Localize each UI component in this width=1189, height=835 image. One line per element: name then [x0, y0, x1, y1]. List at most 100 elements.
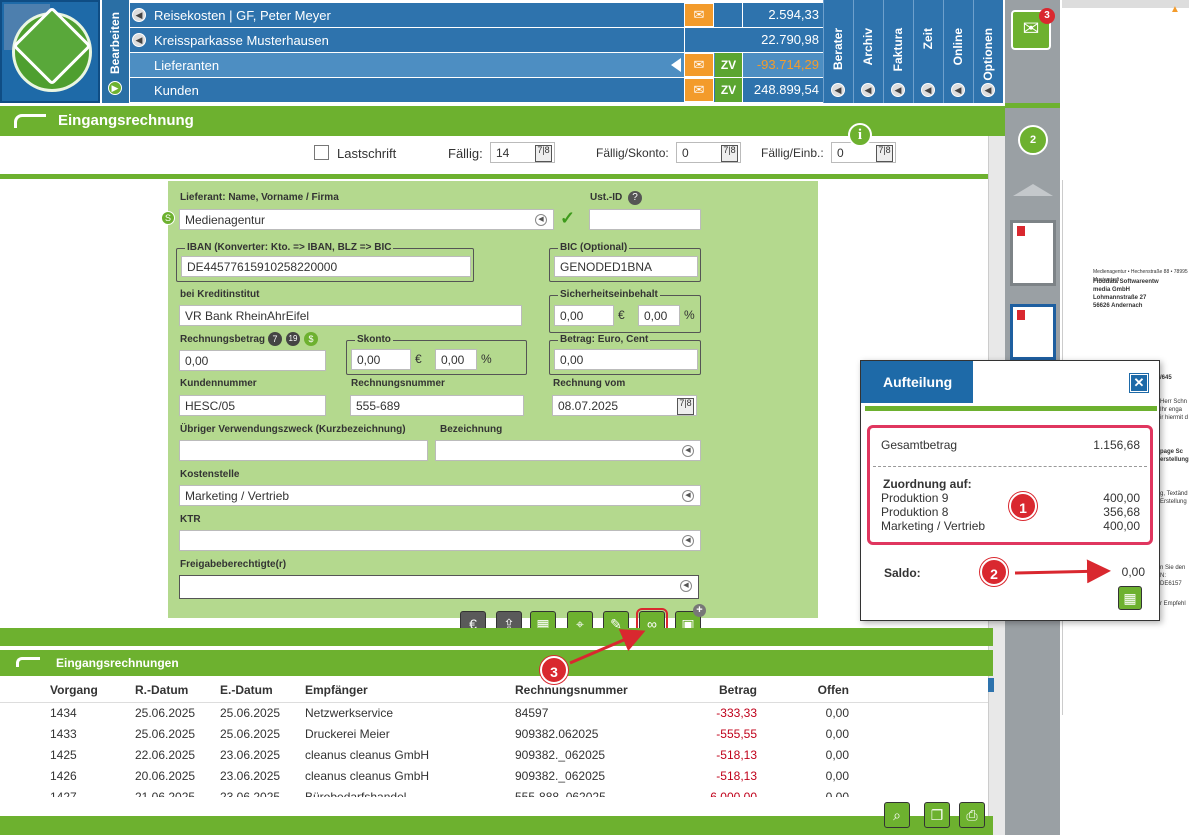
dropdown-icon[interactable]: ◀ [682, 535, 694, 547]
table-row[interactable]: 1425 22.06.2025 23.06.2025 cleanus cleanus … [0, 744, 988, 765]
rnr-input[interactable]: 555-689 [350, 395, 524, 416]
account-row-kreissparkasse[interactable]: ◀ Kreissparkasse Musterhausen 22.790,98 [130, 28, 823, 53]
expand-icon[interactable]: ◀ [132, 33, 146, 47]
scroll-up-icon[interactable] [1013, 184, 1053, 196]
table-row[interactable]: 1433 25.06.2025 25.06.2025 Druckerei Meier 9… [0, 723, 988, 744]
add-icon[interactable]: + [693, 604, 706, 617]
col-header-edatum[interactable]: E.-Datum [216, 678, 301, 702]
zv-badge[interactable]: ZV [715, 78, 742, 102]
account-row-lieferanten[interactable]: Lieferanten ✉ ZV -93.714,29 [130, 53, 823, 78]
col-header-empfaenger[interactable]: Empfänger [301, 678, 511, 702]
rvom-input[interactable]: 08.07.2025 7|8 [552, 395, 697, 416]
zv-badge[interactable]: ZV [715, 53, 742, 77]
page-thumbnail-2[interactable] [1010, 304, 1056, 360]
cell-offen: 0,00 [825, 789, 849, 798]
tab-berater[interactable]: Berater ◀ [823, 0, 853, 103]
kunden-input[interactable]: HESC/05 [179, 395, 326, 416]
freigabe-select[interactable]: ◀ [179, 575, 699, 599]
cent-input[interactable]: 0,00 [554, 349, 698, 370]
account-row-kunden[interactable]: Kunden ✉ ZV 248.899,54 [130, 78, 823, 103]
bic-input[interactable]: GENODED1BNA [554, 256, 698, 277]
cent-label: Betrag: Euro, Cent [558, 334, 651, 345]
invoice-form: Lieferant: Name, Vorname / Firma S Medie… [161, 181, 818, 618]
calendar-icon[interactable]: 7|8 [677, 398, 694, 415]
table-scroll-thumb[interactable] [988, 678, 994, 692]
col-header-offen[interactable]: Offen [761, 678, 853, 702]
cell-vorgang: 1433 [50, 726, 77, 741]
copy-button[interactable]: ❐ [924, 802, 950, 828]
cell-rnr: 909382._062025 [515, 747, 606, 762]
lieferant-input[interactable]: Medienagentur ◀ [179, 209, 554, 230]
app-logo[interactable] [0, 0, 100, 103]
ktr-select[interactable]: ◀ [179, 530, 701, 551]
print-button[interactable]: ⎙ [959, 802, 985, 828]
table-row[interactable]: 1434 25.06.2025 25.06.2025 Netzwerkservice 8… [0, 702, 988, 723]
footer-bar [0, 816, 993, 835]
sicherheit-input[interactable]: 0,00 [554, 305, 614, 326]
vat19-icon[interactable]: 19 [286, 332, 300, 346]
search-button[interactable]: ⌕ [884, 802, 910, 828]
info-icon[interactable]: i [848, 123, 872, 147]
allocation-item-value: 400,00 [1103, 519, 1140, 533]
kredit-label: bei Kreditinstitut [180, 289, 260, 300]
kst-select[interactable]: Marketing / Vertrieb ◀ [179, 485, 701, 506]
tab-zeit[interactable]: Zeit ◀ [913, 0, 943, 103]
dropdown-icon[interactable]: ◀ [682, 445, 694, 457]
col-header-rnr[interactable]: Rechnungsnummer [511, 678, 666, 702]
calendar-icon[interactable]: 7|8 [721, 145, 738, 162]
euro-symbol: € [415, 352, 422, 366]
delete-basket-button[interactable]: ▦ [1118, 586, 1142, 610]
account-row-reisekosten[interactable]: ◀ Reisekosten | GF, Peter Meyer ✉ 2.594,… [130, 3, 823, 28]
zweck-input[interactable] [179, 440, 428, 461]
vat7-icon[interactable]: 7 [268, 332, 282, 346]
mail-icon[interactable]: ✉ [684, 3, 714, 27]
tab-online[interactable]: Online ◀ [943, 0, 973, 103]
dropdown-icon[interactable]: ◀ [682, 490, 694, 502]
faellig-input[interactable]: 14 7|8 [490, 142, 555, 163]
ustid-input[interactable] [589, 209, 701, 230]
doc-fragment: r Empfehl [1160, 601, 1186, 607]
col-header-rdatum[interactable]: R.-Datum [131, 678, 216, 702]
kredit-input[interactable]: VR Bank RheinAhrEifel [179, 305, 522, 326]
bearbeiten-bar[interactable]: Bearbeiten ▶ [102, 0, 129, 103]
dropdown-icon[interactable]: ◀ [680, 580, 692, 592]
calendar-icon[interactable]: 7|8 [876, 145, 893, 162]
play-icon[interactable]: ▶ [108, 81, 122, 95]
skonto-input[interactable]: 0,00 [351, 349, 411, 370]
betrag-input[interactable]: 0,00 [179, 350, 326, 371]
mail-icon[interactable]: ✉ [684, 78, 714, 102]
bez-input[interactable]: ◀ [435, 440, 701, 461]
page-counter: 2 [1018, 125, 1048, 155]
tab-faktura[interactable]: Faktura ◀ [883, 0, 913, 103]
tab-label: Zeit [921, 28, 935, 50]
invoice-table-wrap[interactable]: Vorgang R.-Datum E.-Datum Empfänger Rech… [0, 678, 988, 797]
col-header-vorgang[interactable]: Vorgang [46, 678, 131, 702]
mail-icon[interactable]: ✉ [684, 53, 714, 77]
percent-symbol: % [481, 352, 492, 366]
pdf-icon [1017, 310, 1025, 320]
iban-input[interactable]: DE44577615910258220000 [181, 256, 471, 277]
cell-betrag: -333,33 [716, 705, 757, 720]
help-icon[interactable]: ? [628, 191, 642, 205]
tab-optionen[interactable]: Optionen ◀ [973, 0, 1003, 103]
dropdown-icon[interactable]: ◀ [535, 214, 547, 226]
account-amount: 22.790,98 [684, 28, 823, 52]
close-icon[interactable]: ✕ [1129, 373, 1149, 393]
doc-fragment: Herr Schn Ihr enga ir hiermit d [1160, 398, 1188, 422]
table-row[interactable]: 1426 20.06.2025 23.06.2025 cleanus cleanus … [0, 765, 988, 786]
cent-group: Betrag: Euro, Cent 0,00 [549, 334, 701, 375]
expand-icon[interactable]: ◀ [132, 8, 146, 22]
skonto-pct-input[interactable]: 0,00 [435, 349, 477, 370]
tab-archiv[interactable]: Archiv ◀ [853, 0, 883, 103]
currency-icon[interactable]: $ [304, 332, 318, 346]
col-header-betrag[interactable]: Betrag [666, 678, 761, 702]
sicherheit-pct-input[interactable]: 0,00 [638, 305, 680, 326]
table-row[interactable]: 1427 21.06.2025 23.06.2025 Bürobedarfshande… [0, 786, 988, 798]
skonto-due-input[interactable]: 0 7|8 [676, 142, 741, 163]
scroll-top-icon[interactable]: ▲ [1170, 4, 1180, 15]
dashed-divider [873, 466, 1147, 467]
lastschrift-checkbox[interactable] [314, 145, 329, 160]
page-thumbnail-1[interactable] [1010, 220, 1056, 286]
supplier-status-icon[interactable]: S [161, 211, 175, 225]
calendar-icon[interactable]: 7|8 [535, 145, 552, 162]
